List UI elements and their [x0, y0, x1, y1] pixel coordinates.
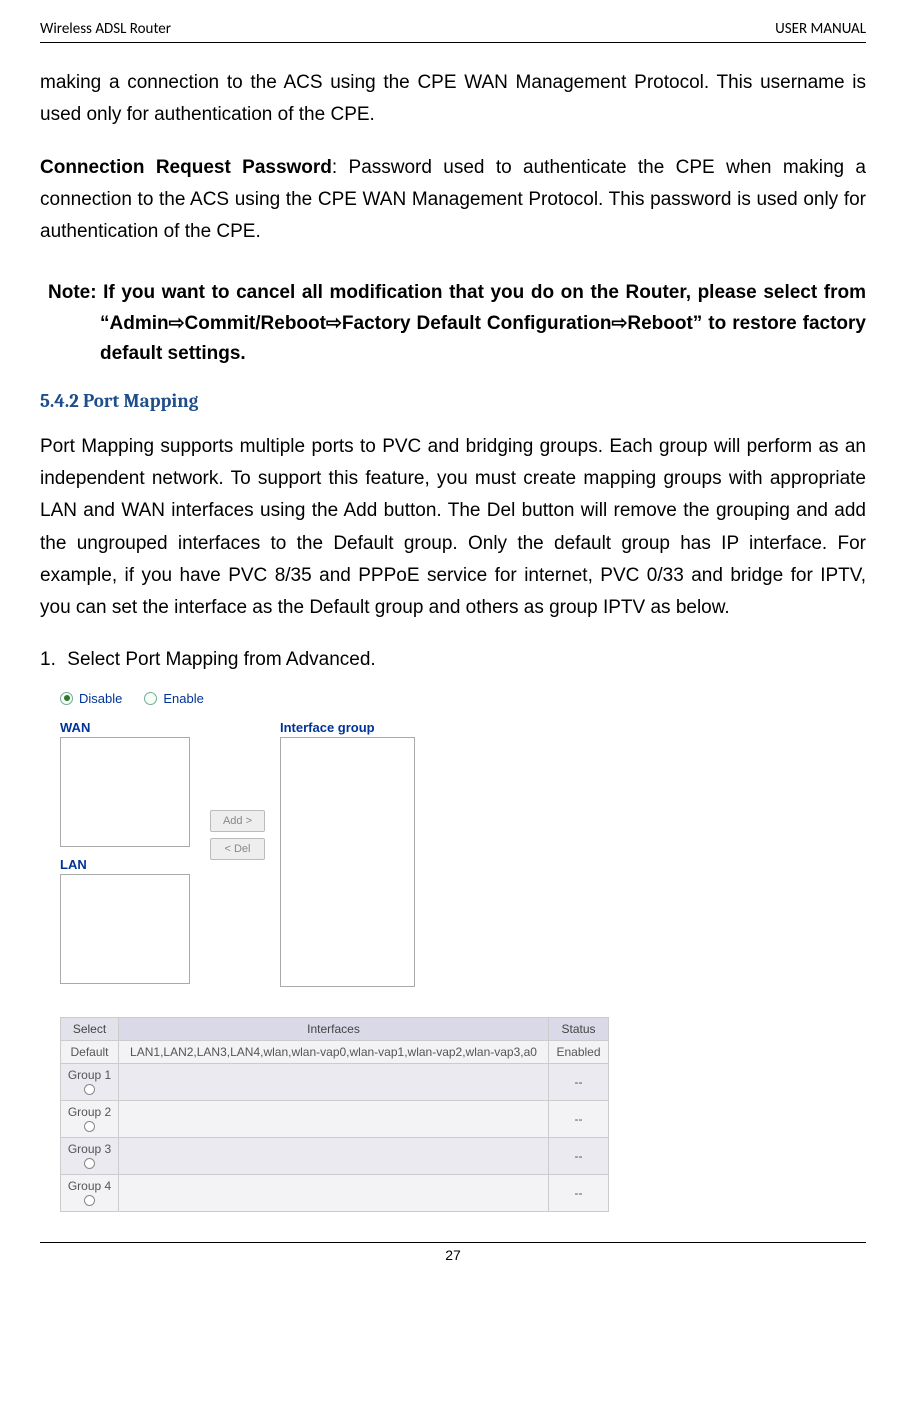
- page-header: Wireless ADSL Router USER MANUAL: [40, 20, 866, 43]
- step-text-mid: from: [238, 649, 286, 670]
- embedded-ui: Disable Enable WAN LAN Add > < Del Inter…: [60, 691, 866, 1212]
- header-right: USER MANUAL: [775, 20, 866, 38]
- step-bold-1: Port Mapping: [125, 649, 238, 670]
- cell-select: Group 2: [61, 1100, 119, 1137]
- wan-label: WAN: [60, 720, 200, 735]
- page-footer: 27: [40, 1242, 866, 1263]
- cell-select: Group 4: [61, 1174, 119, 1211]
- group-label: Group 1: [68, 1068, 111, 1082]
- step-1: 1. Select Port Mapping from Advanced.: [40, 644, 866, 676]
- enable-radio[interactable]: [144, 692, 157, 705]
- table-row: Group 3 --: [61, 1137, 609, 1174]
- step-text-pre: Select: [67, 649, 125, 670]
- disable-label: Disable: [79, 691, 122, 706]
- section-body: Port Mapping supports multiple ports to …: [40, 431, 866, 625]
- group-label: Group 2: [68, 1105, 111, 1119]
- wan-listbox[interactable]: [60, 737, 190, 847]
- interface-group-label: Interface group: [280, 720, 420, 735]
- header-left: Wireless ADSL Router: [40, 20, 171, 38]
- cell-status: Enabled: [549, 1040, 609, 1063]
- table-row: Group 1 --: [61, 1063, 609, 1100]
- group-label: Group 3: [68, 1142, 111, 1156]
- step-text-end: .: [370, 649, 375, 670]
- arrow-icon: ⇨: [326, 313, 342, 334]
- cell-status: --: [549, 1174, 609, 1211]
- table-header-row: Select Interfaces Status: [61, 1017, 609, 1040]
- th-interfaces: Interfaces: [119, 1017, 549, 1040]
- group-radio[interactable]: [84, 1158, 95, 1169]
- note-prefix: Note:: [48, 282, 103, 303]
- arrow-icon: ⇨: [611, 313, 627, 334]
- left-column: WAN LAN: [60, 720, 200, 984]
- group-radio[interactable]: [84, 1121, 95, 1132]
- section-heading: 5.4.2 Port Mapping: [40, 390, 866, 412]
- del-button[interactable]: < Del: [210, 838, 265, 860]
- table-row: Group 2 --: [61, 1100, 609, 1137]
- cell-interfaces: LAN1,LAN2,LAN3,LAN4,wlan,wlan-vap0,wlan-…: [119, 1040, 549, 1063]
- disable-radio[interactable]: [60, 692, 73, 705]
- enable-label: Enable: [163, 691, 203, 706]
- th-status: Status: [549, 1017, 609, 1040]
- th-select: Select: [61, 1017, 119, 1040]
- cell-status: --: [549, 1137, 609, 1174]
- enable-disable-row: Disable Enable: [60, 691, 866, 706]
- group-radio[interactable]: [84, 1084, 95, 1095]
- right-column: Interface group: [280, 720, 420, 987]
- table-row: Group 4 --: [61, 1174, 609, 1211]
- lan-label: LAN: [60, 857, 200, 872]
- page-number: 27: [445, 1247, 461, 1263]
- cell-select: Group 3: [61, 1137, 119, 1174]
- step-number: 1.: [40, 644, 62, 676]
- interface-group-listbox[interactable]: [280, 737, 415, 987]
- groups-table: Select Interfaces Status Default LAN1,LA…: [60, 1017, 609, 1212]
- note-factory: Factory Default Configuration: [342, 313, 612, 334]
- cell-status: --: [549, 1100, 609, 1137]
- cell-status: --: [549, 1063, 609, 1100]
- arrow-icon: ⇨: [169, 313, 185, 334]
- table-row: Default LAN1,LAN2,LAN3,LAN4,wlan,wlan-va…: [61, 1040, 609, 1063]
- add-button[interactable]: Add >: [210, 810, 265, 832]
- note-commit: Commit/Reboot: [185, 313, 326, 334]
- body-paragraph-2: Connection Request Password: Password us…: [40, 152, 866, 249]
- buttons-column: Add > < Del: [210, 720, 270, 860]
- group-label: Group 4: [68, 1179, 111, 1193]
- cell-select: Default: [61, 1040, 119, 1063]
- body-paragraph-1: making a connection to the ACS using the…: [40, 67, 866, 132]
- cell-interfaces: [119, 1100, 549, 1137]
- cell-interfaces: [119, 1174, 549, 1211]
- mapping-row: WAN LAN Add > < Del Interface group: [60, 720, 866, 987]
- group-radio[interactable]: [84, 1195, 95, 1206]
- lan-listbox[interactable]: [60, 874, 190, 984]
- note-block: Note: If you want to cancel all modifica…: [40, 278, 866, 369]
- cell-select: Group 1: [61, 1063, 119, 1100]
- radio-dot-icon: [64, 695, 70, 701]
- cell-interfaces: [119, 1137, 549, 1174]
- conn-req-pw-label: Connection Request Password: [40, 157, 332, 178]
- page: Wireless ADSL Router USER MANUAL making …: [0, 0, 906, 1283]
- step-bold-2: Advanced: [286, 649, 371, 670]
- cell-interfaces: [119, 1063, 549, 1100]
